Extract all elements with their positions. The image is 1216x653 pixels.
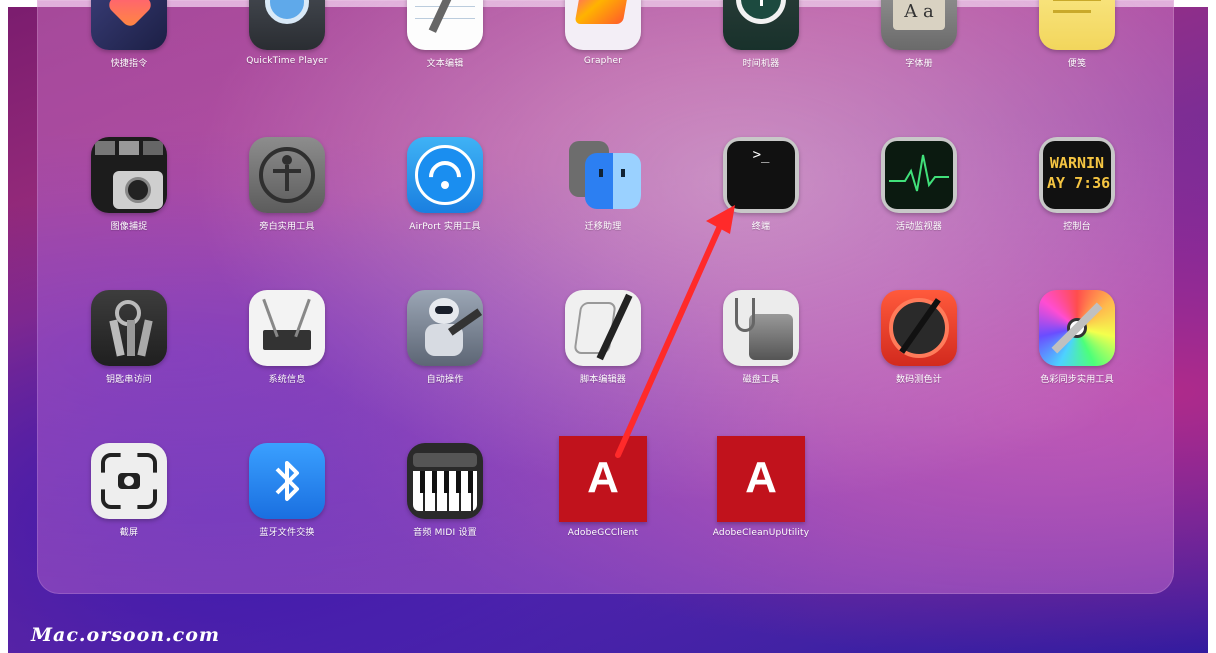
- left-border: [0, 0, 8, 653]
- automator-icon: [407, 290, 483, 366]
- app-adobe-cleanup-utility[interactable]: A AdobeCleanUpUtility: [691, 436, 831, 538]
- watermark: Mac.orsoon.com: [31, 624, 221, 646]
- grapher-icon: [565, 0, 641, 50]
- system-info-icon: [249, 290, 325, 366]
- app-system-info[interactable]: 系统信息: [217, 290, 357, 385]
- voiceover-icon: [249, 137, 325, 213]
- app-grapher[interactable]: Grapher: [533, 0, 673, 66]
- terminal-icon: >_: [723, 137, 799, 213]
- app-audio-midi[interactable]: 音频 MIDI 设置: [375, 443, 515, 538]
- keychain-icon: [91, 290, 167, 366]
- app-quicktime[interactable]: QuickTime Player: [217, 0, 357, 66]
- colorsync-icon: [1039, 290, 1115, 366]
- app-airport[interactable]: AirPort 实用工具: [375, 137, 515, 232]
- textedit-icon: [407, 0, 483, 50]
- app-automator[interactable]: 自动操作: [375, 290, 515, 385]
- adobe-icon: A: [559, 436, 647, 522]
- time-machine-icon: [723, 0, 799, 50]
- app-stickies[interactable]: 便笺: [1007, 0, 1147, 69]
- stickies-icon: [1039, 0, 1115, 50]
- right-border: [1208, 0, 1216, 653]
- image-capture-icon: [91, 137, 167, 213]
- font-book-icon: A AA a: [881, 0, 957, 50]
- app-activity-monitor[interactable]: 活动监视器: [849, 137, 989, 232]
- audio-midi-icon: [407, 443, 483, 519]
- app-color-meter[interactable]: 数码测色计: [849, 290, 989, 385]
- quicktime-icon: [249, 0, 325, 50]
- app-voiceover[interactable]: 旁白实用工具: [217, 137, 357, 232]
- app-colorsync[interactable]: 色彩同步实用工具: [1007, 290, 1147, 385]
- disk-utility-icon: [723, 290, 799, 366]
- app-time-machine[interactable]: 时间机器: [691, 0, 831, 69]
- app-keychain[interactable]: 钥匙串访问: [59, 290, 199, 385]
- app-script-editor[interactable]: 脚本编辑器: [533, 290, 673, 385]
- activity-monitor-icon: [881, 137, 957, 213]
- app-terminal[interactable]: >_ 终端: [691, 137, 831, 232]
- color-meter-icon: [881, 290, 957, 366]
- app-bluetooth[interactable]: 蓝牙文件交换: [217, 443, 357, 538]
- app-image-capture[interactable]: 图像捕捉: [59, 137, 199, 232]
- screenshot-icon: [91, 443, 167, 519]
- script-editor-icon: [565, 290, 641, 366]
- shortcuts-icon: [91, 0, 167, 50]
- adobe-icon: A: [717, 436, 805, 522]
- app-screenshot[interactable]: 截屏: [59, 443, 199, 538]
- app-console[interactable]: WARNIN AY 7:36 控制台: [1007, 137, 1147, 232]
- app-textedit[interactable]: 文本编辑: [375, 0, 515, 69]
- app-migration[interactable]: 迁移助理: [533, 137, 673, 232]
- app-font-book[interactable]: A AA a 字体册: [849, 0, 989, 69]
- console-icon: WARNIN AY 7:36: [1039, 137, 1115, 213]
- app-shortcuts[interactable]: 快捷指令: [59, 0, 199, 69]
- migration-icon: [565, 137, 641, 213]
- airport-icon: [407, 137, 483, 213]
- app-adobe-gc-client[interactable]: A AdobeGCClient: [533, 436, 673, 538]
- launchpad-folder: 快捷指令 QuickTime Player 文本编辑 Grapher 时间机器: [37, 0, 1174, 594]
- bluetooth-icon: [249, 443, 325, 519]
- app-disk-utility[interactable]: 磁盘工具: [691, 290, 831, 385]
